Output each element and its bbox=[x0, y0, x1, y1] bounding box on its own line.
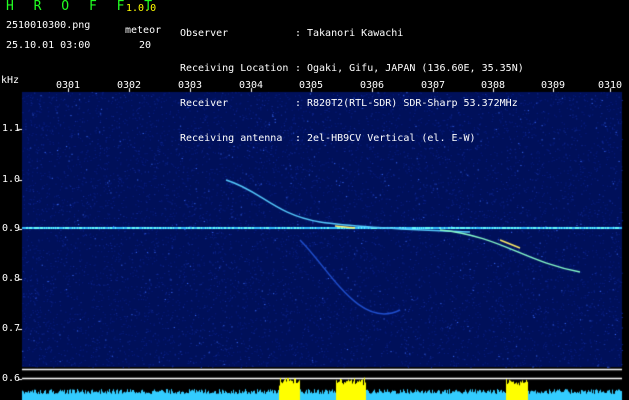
y-tick: 0.6 bbox=[2, 373, 21, 384]
x-tick: 0309 bbox=[540, 80, 566, 91]
info-observer: Observer: Takanori Kawachi bbox=[180, 28, 404, 39]
info-location: Receiving Location: Ogaki, Gifu, JAPAN (1… bbox=[180, 63, 524, 74]
y-axis-unit: kHz bbox=[1, 75, 20, 86]
info-value: Ogaki, Gifu, JAPAN (136.60E, 35.35N) bbox=[307, 63, 524, 74]
info-key: Receiver bbox=[180, 98, 229, 109]
x-tick: 0306 bbox=[359, 80, 385, 91]
x-tick: 0304 bbox=[238, 80, 264, 91]
x-tick: 0301 bbox=[55, 80, 81, 91]
info-key: Observer bbox=[180, 28, 229, 39]
file-name: 2510010300.png bbox=[6, 20, 91, 31]
app-version: 1.0.0 bbox=[126, 3, 157, 14]
y-tick: 0.7 bbox=[2, 323, 21, 334]
x-tick: 0303 bbox=[177, 80, 203, 91]
x-tick: 0305 bbox=[298, 80, 324, 91]
meteor-count: 20 bbox=[139, 40, 152, 51]
info-receiver: Receiver: R820T2(RTL-SDR) SDR-Sharp 53.37… bbox=[180, 98, 518, 109]
info-key: Receiving Location bbox=[180, 63, 289, 74]
info-key: Receiving antenna bbox=[180, 133, 283, 144]
info-antenna: Receiving antenna:2el-HB9CV Vertical (el… bbox=[180, 133, 476, 144]
info-value: Takanori Kawachi bbox=[307, 28, 404, 39]
y-tick: 0.9 bbox=[2, 223, 21, 234]
info-value: R820T2(RTL-SDR) SDR-Sharp 53.372MHz bbox=[307, 98, 518, 109]
x-tick: 0302 bbox=[116, 80, 142, 91]
x-tick: 0310 bbox=[597, 80, 623, 91]
info-value: 2el-HB9CV Vertical (el. E-W) bbox=[307, 133, 476, 144]
y-tick: 1.1 bbox=[2, 123, 21, 134]
y-tick: 0.8 bbox=[2, 273, 21, 284]
x-tick: 0308 bbox=[480, 80, 506, 91]
x-tick: 0307 bbox=[420, 80, 446, 91]
meteor-label: meteor bbox=[125, 25, 162, 36]
date-time: 25.10.01 03:00 bbox=[6, 40, 91, 51]
y-tick: 1.0 bbox=[2, 174, 21, 185]
